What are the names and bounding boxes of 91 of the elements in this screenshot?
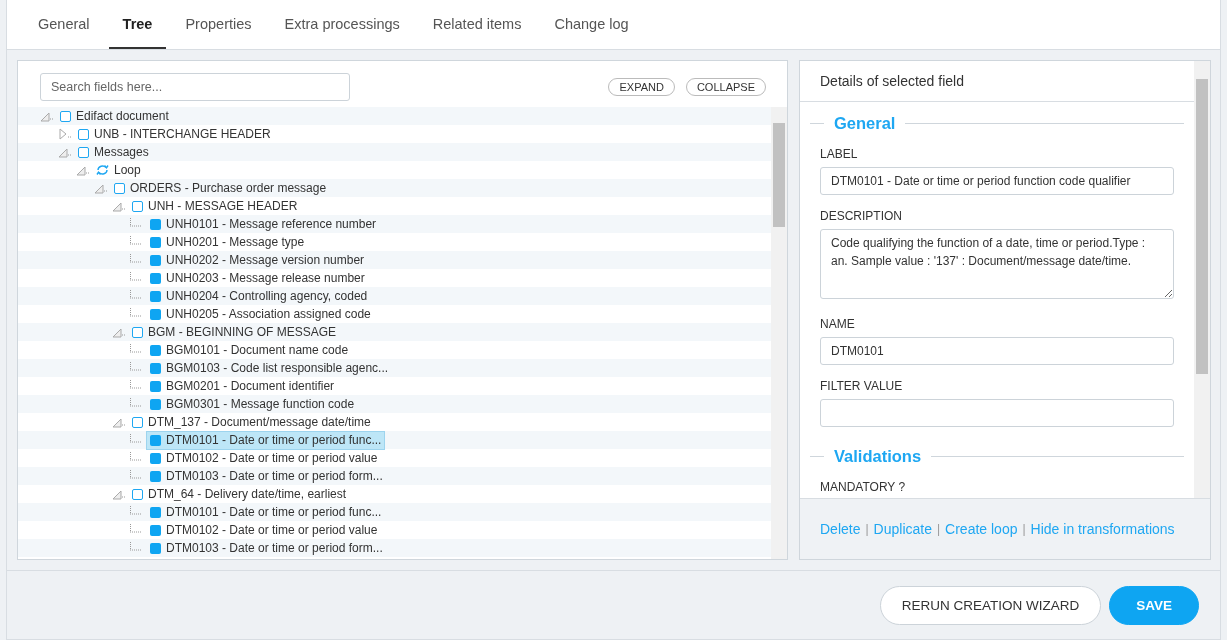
tree-connector-icon (130, 542, 144, 554)
tree-connector-icon (130, 236, 144, 248)
tab[interactable]: General (24, 0, 104, 49)
segment-square-icon (60, 110, 71, 122)
collapse-toggle-icon[interactable] (76, 164, 90, 176)
segment-square-icon (114, 182, 125, 194)
tree-item[interactable]: BGM0101 - Document name code (146, 340, 353, 360)
field-label: FILTER VALUE (820, 379, 904, 393)
description-field[interactable]: Code qualifying the function of a date, time or period.Type : an. Sample value : '137' : Document/message date/time. (820, 229, 1174, 299)
field-square-icon (150, 290, 161, 302)
collapse-toggle-icon[interactable] (58, 146, 72, 158)
tree-item[interactable]: UNH0205 - Association assigned code (146, 304, 375, 324)
tree-connector-icon (130, 290, 144, 302)
field-square-icon (150, 344, 161, 356)
segment-square-icon (132, 326, 143, 338)
tree-connector-icon (130, 398, 144, 410)
tree-connector-icon (130, 452, 144, 464)
tree-item[interactable]: UNB - INTERCHANGE HEADER (74, 124, 275, 144)
field-square-icon (150, 272, 161, 284)
panel-title: Details of selected field (800, 61, 1194, 102)
field-square-icon (150, 524, 161, 536)
collapse-toggle-icon[interactable] (112, 326, 126, 338)
tree-item[interactable]: UNH0203 - Message release number (146, 268, 369, 288)
tree-button[interactable]: COLLAPSE (685, 78, 766, 96)
field-square-icon (150, 362, 161, 374)
wizard-button[interactable]: RERUN CREATION WIZARD (879, 585, 1102, 625)
field-square-icon (150, 236, 161, 248)
segment-square-icon (132, 200, 143, 212)
section-title: General (834, 114, 896, 133)
segment-square-icon (78, 128, 89, 140)
collapse-toggle-icon[interactable] (94, 182, 108, 194)
input-field[interactable]: DTM0101 (820, 337, 1174, 365)
field-square-icon (150, 308, 161, 320)
input-field[interactable] (820, 399, 1174, 427)
tree-connector-icon (130, 434, 144, 446)
tab[interactable]: Properties (171, 0, 266, 49)
field-square-icon (150, 470, 161, 482)
field-square-icon (150, 218, 161, 230)
tree-item[interactable]: Edifact document (56, 107, 173, 126)
field-square-icon (150, 380, 161, 392)
collapse-toggle-icon[interactable] (112, 416, 126, 428)
tree-item[interactable]: Messages (74, 142, 153, 162)
tree-item[interactable]: BGM0201 - Document identifier (146, 376, 339, 396)
tree-item[interactable]: DTM0102 - Date or time or period value (146, 448, 382, 468)
field-square-icon (150, 398, 161, 410)
tree-connector-icon (130, 344, 144, 356)
collapse-toggle-icon[interactable] (40, 110, 54, 122)
section-title: Validations (834, 447, 922, 466)
field-square-icon (150, 434, 161, 446)
field-label: LABEL (820, 147, 859, 161)
tab[interactable]: Change log (540, 0, 643, 49)
field-label: NAME (820, 317, 856, 331)
collapse-toggle-icon[interactable] (112, 488, 126, 500)
tab[interactable]: Extra processings (270, 0, 414, 49)
tree-item[interactable]: UNH0201 - Message type (146, 232, 309, 252)
scrollbar[interactable] (1194, 61, 1210, 498)
loop-arrows-icon (96, 164, 109, 176)
scrollbar[interactable] (771, 107, 787, 559)
field-square-icon (150, 452, 161, 464)
segment-square-icon (132, 416, 143, 428)
link-separator: | (865, 522, 869, 536)
selected-tree-item[interactable]: DTM0101 - Date or time or period func... (146, 430, 386, 450)
tree-connector-icon (130, 362, 144, 374)
tree-connector-icon (130, 524, 144, 536)
link-separator: | (936, 522, 941, 536)
tree-item[interactable]: DTM_137 - Document/message date/time (128, 412, 375, 432)
tree-connector-icon (130, 272, 144, 284)
tree-item[interactable]: DTM0102 - Date or time or period value (146, 520, 382, 540)
segment-square-icon (78, 146, 89, 158)
link-separator: | (1022, 522, 1026, 536)
field-square-icon (150, 506, 161, 518)
tree-connector-icon (130, 218, 144, 230)
input-field[interactable]: DTM0101 - Date or time or period function code qualifier (820, 167, 1174, 195)
tree-connector-icon (130, 308, 144, 320)
tree-connector-icon (130, 506, 144, 518)
tree-connector-icon (130, 380, 144, 392)
tab[interactable]: Related items (418, 0, 536, 49)
tree-item[interactable]: UNH - MESSAGE HEADER (128, 196, 302, 216)
tree-item[interactable]: DTM_64 - Delivery date/time, earliest (128, 484, 351, 504)
field-square-icon (150, 542, 161, 554)
segment-square-icon (132, 488, 143, 500)
search-field[interactable]: Search fields here... (40, 73, 350, 101)
field-label: DESCRIPTION (820, 209, 903, 223)
field-square-icon (150, 254, 161, 266)
collapse-toggle-icon[interactable] (112, 200, 126, 212)
tree-connector-icon (130, 254, 144, 266)
tree-button[interactable]: EXPAND (608, 78, 675, 96)
tree-connector-icon (130, 470, 144, 482)
field-label: MANDATORY ? (820, 480, 907, 494)
expand-toggle-icon[interactable] (58, 128, 72, 140)
tree-item[interactable]: Loop (92, 160, 145, 180)
